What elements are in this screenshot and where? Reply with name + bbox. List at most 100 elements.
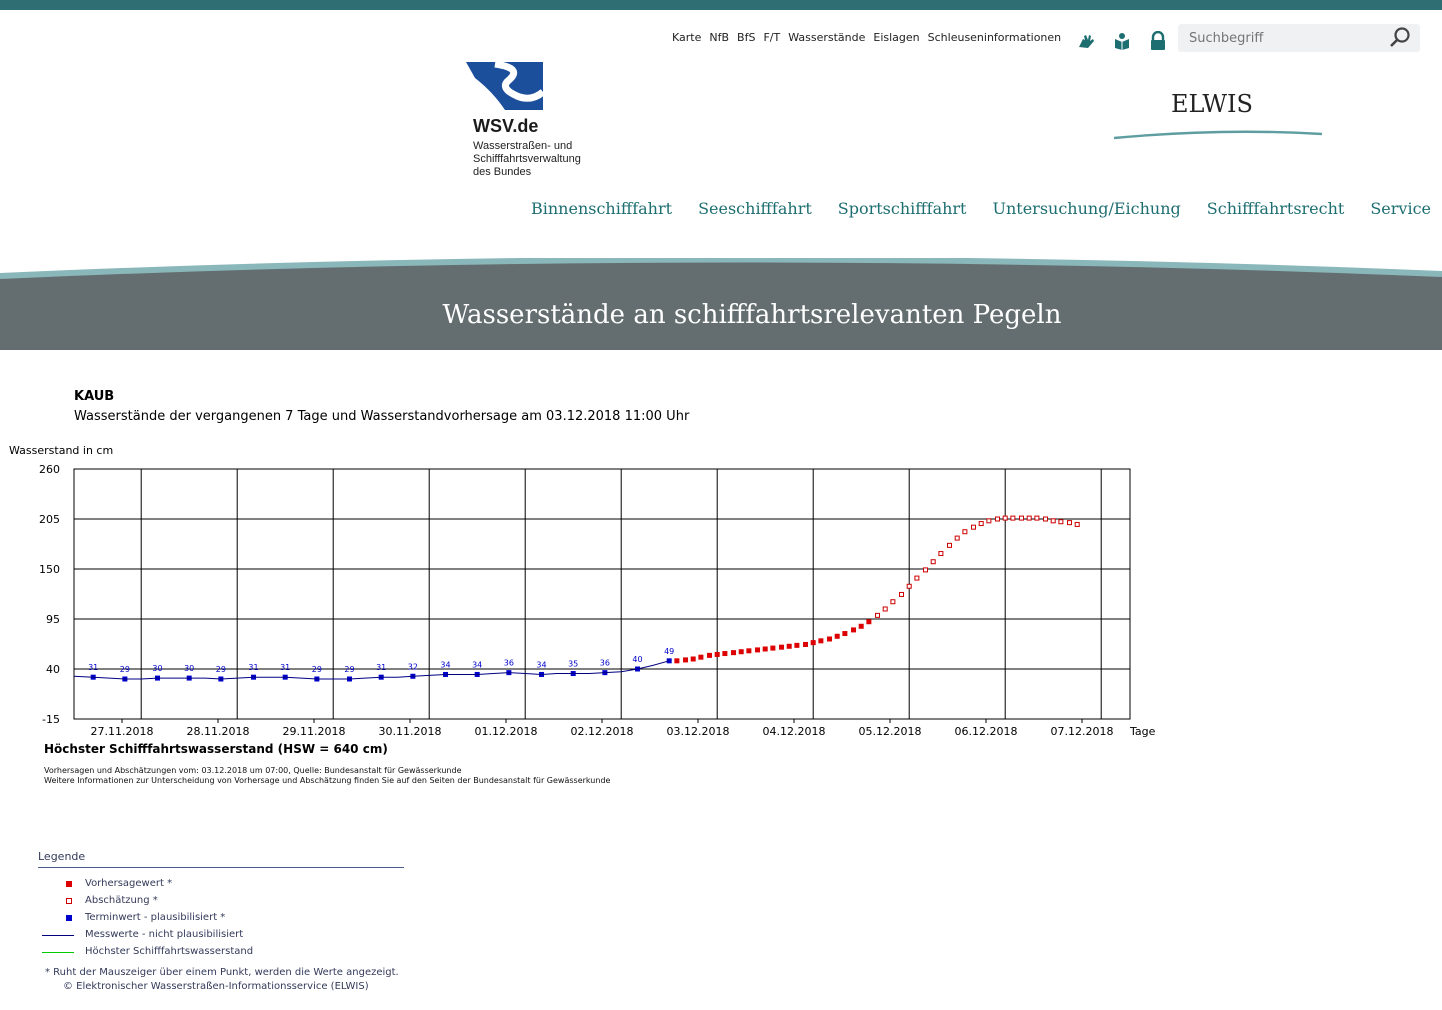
data-point: [722, 651, 728, 657]
data-point-estimate: [875, 612, 881, 618]
hsw-note: Höchster Schifffahrtswasserstand (HSW = …: [44, 742, 388, 756]
data-point: [827, 636, 833, 642]
forecast-info-text[interactable]: Weitere Informationen zur Unterscheidung…: [44, 776, 610, 785]
logo-subline-2: Schifffahrtsverwaltung: [473, 153, 581, 165]
search-icon[interactable]: [1388, 27, 1412, 49]
x-tick-label: 01.12.2018: [475, 725, 538, 738]
legend-title: Legende: [38, 850, 404, 868]
service-link-bfs[interactable]: BfS: [737, 31, 755, 44]
x-tick-label: 03.12.2018: [667, 725, 730, 738]
data-point: [794, 642, 800, 648]
data-point-estimate: [1034, 515, 1040, 521]
legend-item-forecast: Vorhersagewert *: [38, 876, 404, 893]
y-axis-label: Wasserstand in cm: [9, 444, 113, 457]
data-label: 31: [280, 663, 290, 672]
data-point: [738, 649, 744, 655]
data-point: [746, 648, 752, 654]
legend-item-estimate: Abschätzung *: [38, 893, 404, 910]
nav-sportschifffahrt[interactable]: Sportschifffahrt: [838, 199, 967, 218]
data-point-estimate: [882, 606, 888, 612]
data-point-estimate: [971, 524, 977, 530]
data-point: [858, 623, 864, 629]
data-point: [731, 650, 737, 656]
nav-binnenschifffahrt[interactable]: Binnenschifffahrt: [531, 199, 672, 218]
data-label: 29: [344, 665, 354, 674]
open-square-icon: [66, 898, 72, 904]
service-link-nfb[interactable]: NfB: [709, 31, 729, 44]
nav-seeschifffahrt[interactable]: Seeschifffahrt: [698, 199, 812, 218]
data-point: [674, 658, 680, 664]
filled-square-icon: [66, 915, 72, 921]
nav-untersuchung-eichung[interactable]: Untersuchung/Eichung: [992, 199, 1180, 218]
legend-footnote: * Ruht der Mauszeiger über einem Punkt, …: [45, 967, 399, 978]
data-point: [866, 619, 872, 625]
data-label: 29: [216, 665, 226, 674]
accessibility-tools: [1068, 28, 1176, 54]
data-point-estimate: [947, 542, 953, 548]
data-point: [834, 633, 840, 639]
data-label: 30: [184, 664, 194, 673]
search-box: [1178, 24, 1420, 52]
data-label: 31: [376, 663, 386, 672]
sign-language-icon[interactable]: [1068, 28, 1104, 54]
data-point-estimate: [923, 567, 929, 573]
forecast-source-note: Vorhersagen und Abschätzungen vom: 03.12…: [44, 766, 462, 775]
main-navigation: Binnenschifffahrt Seeschifffahrt Sportsc…: [518, 199, 1442, 218]
x-tick-label: 05.12.2018: [859, 725, 922, 738]
data-point-estimate: [930, 559, 936, 565]
service-link-karte[interactable]: Karte: [672, 31, 701, 44]
data-point-estimate: [1058, 519, 1064, 525]
x-tick-label: 30.11.2018: [379, 725, 442, 738]
data-label: 35: [568, 660, 578, 669]
data-point-estimate: [1043, 516, 1049, 522]
data-point: [810, 640, 816, 646]
data-point-estimate: [978, 521, 984, 527]
filled-square-icon: [66, 881, 72, 887]
service-link-schleuseninformationen[interactable]: Schleuseninformationen: [928, 31, 1062, 44]
easy-read-icon[interactable]: [1104, 28, 1140, 54]
data-point: [707, 652, 713, 658]
data-point: [770, 645, 776, 651]
station-name: KAUB: [74, 389, 115, 404]
nav-service[interactable]: Service: [1370, 199, 1431, 218]
x-tick-label: 02.12.2018: [571, 725, 634, 738]
service-link-eislagen[interactable]: Eislagen: [873, 31, 919, 44]
site-title-swoosh: [1113, 130, 1323, 140]
data-label: 30: [152, 664, 162, 673]
lock-icon[interactable]: [1140, 28, 1176, 54]
data-point: [803, 641, 809, 647]
data-label: 36: [600, 659, 610, 668]
data-point: [786, 643, 792, 649]
x-tick-label: 07.12.2018: [1051, 725, 1114, 738]
logo-name: WSV.de: [473, 116, 539, 136]
x-tick-label: 27.11.2018: [91, 725, 154, 738]
data-point-estimate: [1019, 515, 1025, 521]
data-label: 36: [504, 659, 514, 668]
x-tick-label: 06.12.2018: [955, 725, 1018, 738]
copyright: © Elektronischer Wasserstraßen-Informati…: [63, 981, 369, 992]
data-label: 31: [248, 663, 258, 672]
logo-subline-1: Wasserstraßen- und: [473, 140, 573, 152]
nav-schifffahrtsrecht[interactable]: Schifffahrtsrecht: [1207, 199, 1345, 218]
line-icon: [42, 952, 74, 953]
y-tick-label: 150: [39, 563, 60, 576]
legend-item-measured: Messwerte - nicht plausibilisiert: [38, 927, 404, 944]
data-point-estimate: [954, 535, 960, 541]
data-point-estimate: [899, 591, 905, 597]
service-link-wasserstaende[interactable]: Wasserstände: [788, 31, 865, 44]
x-tick-label: 04.12.2018: [763, 725, 826, 738]
data-point: [755, 647, 761, 653]
data-point: [842, 631, 848, 637]
data-point-estimate: [995, 516, 1001, 522]
y-tick-label: -15: [42, 713, 60, 726]
search-input[interactable]: [1178, 24, 1389, 52]
legend-item-hsw: Höchster Schifffahrtswasserstand: [38, 944, 404, 961]
site-title[interactable]: ELWIS: [1112, 90, 1312, 118]
data-label: 34: [440, 660, 450, 669]
logo-subline-3: des Bundes: [473, 166, 532, 178]
data-point: [698, 654, 704, 660]
service-link-ft[interactable]: F/T: [763, 31, 780, 44]
y-tick-label: 205: [39, 513, 60, 526]
plot-area: [73, 468, 1131, 720]
data-point-estimate: [1074, 521, 1080, 527]
